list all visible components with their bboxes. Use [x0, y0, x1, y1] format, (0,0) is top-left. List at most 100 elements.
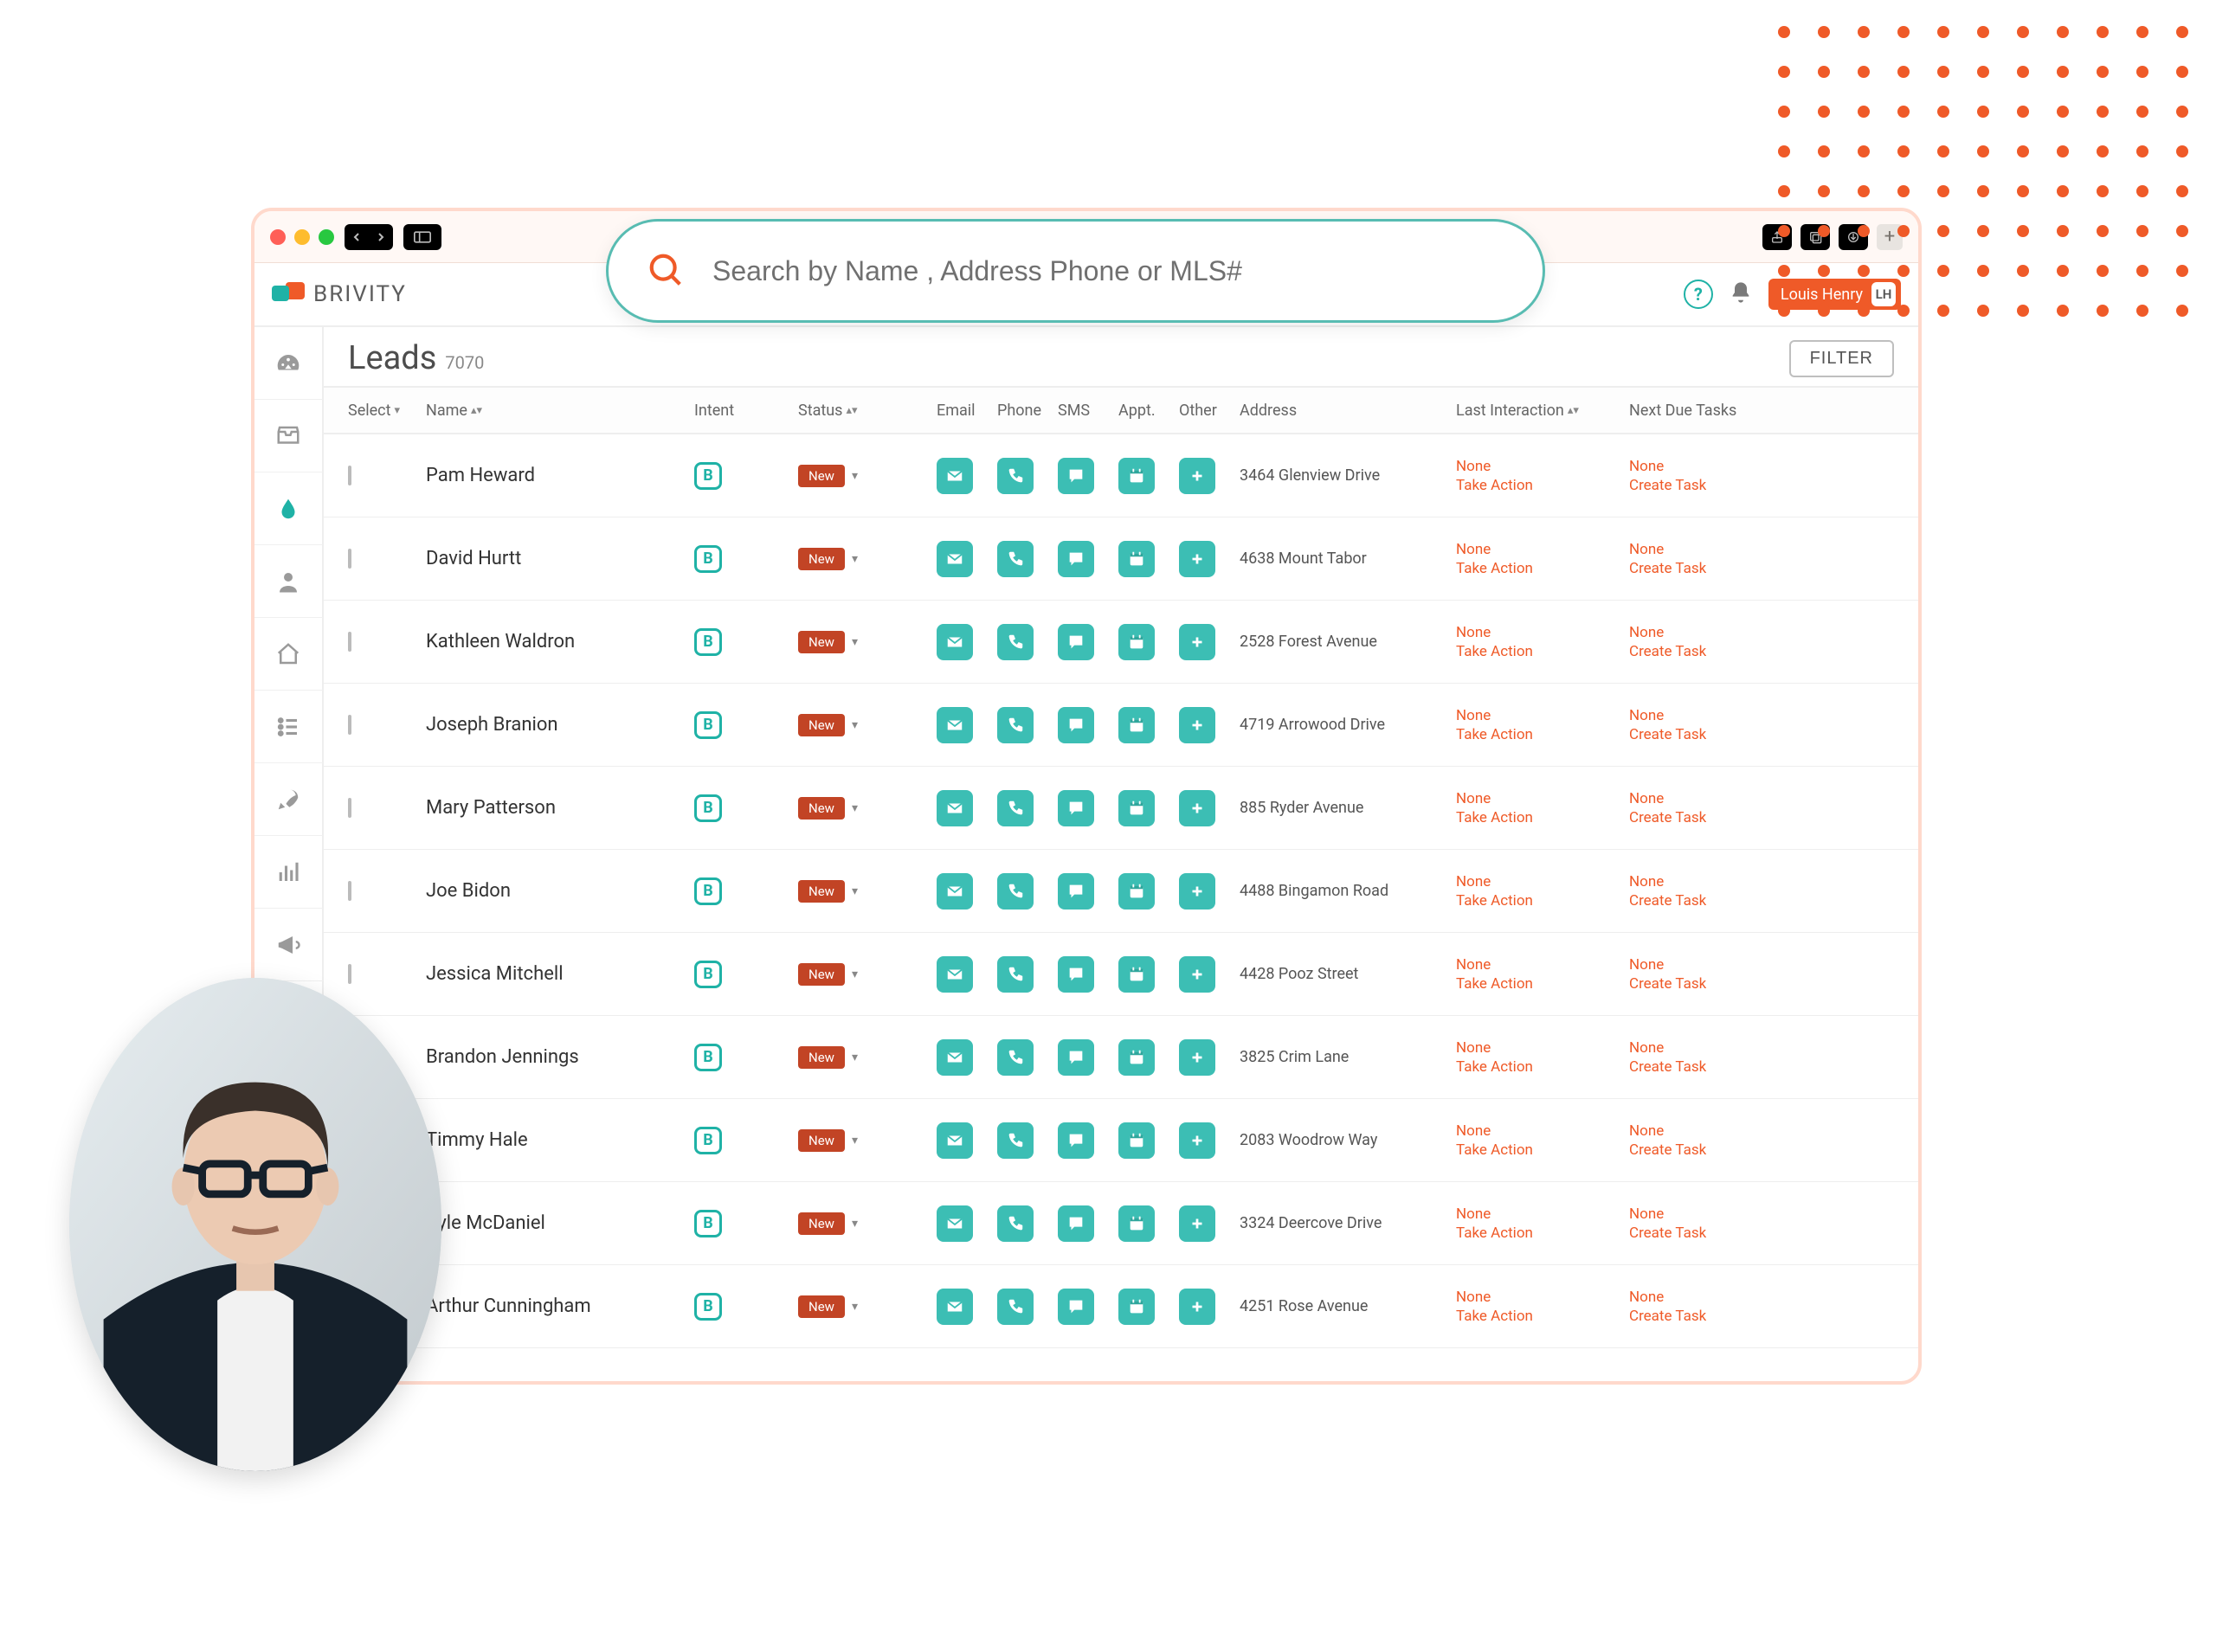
appt-button[interactable]: [1118, 956, 1155, 993]
col-intent[interactable]: Intent: [694, 402, 798, 420]
intent-badge[interactable]: B: [694, 545, 722, 573]
next-task-none[interactable]: None: [1629, 624, 1802, 641]
email-button[interactable]: [937, 1289, 973, 1325]
next-task-none[interactable]: None: [1629, 873, 1802, 890]
appt-button[interactable]: [1118, 624, 1155, 660]
create-task-link[interactable]: Create Task: [1629, 726, 1802, 743]
phone-button[interactable]: [997, 707, 1034, 743]
sidebar-item-tasks[interactable]: [254, 691, 323, 763]
create-task-link[interactable]: Create Task: [1629, 809, 1802, 826]
sms-button[interactable]: [1058, 1122, 1094, 1159]
status-dropdown[interactable]: New ▾: [798, 797, 937, 820]
last-interaction-none[interactable]: None: [1456, 1122, 1629, 1140]
status-dropdown[interactable]: New ▾: [798, 1295, 937, 1318]
sidebar-item-people[interactable]: [254, 545, 323, 618]
next-task-none[interactable]: None: [1629, 1289, 1802, 1306]
email-button[interactable]: [937, 1205, 973, 1242]
sms-button[interactable]: [1058, 956, 1094, 993]
take-action-link[interactable]: Take Action: [1456, 726, 1629, 743]
lead-name[interactable]: Joseph Branion: [426, 714, 694, 736]
take-action-link[interactable]: Take Action: [1456, 975, 1629, 993]
sms-button[interactable]: [1058, 624, 1094, 660]
intent-badge[interactable]: B: [694, 961, 722, 988]
next-task-none[interactable]: None: [1629, 541, 1802, 558]
status-dropdown[interactable]: New ▾: [798, 1046, 937, 1069]
row-checkbox[interactable]: [348, 798, 351, 818]
lead-name[interactable]: Arthur Cunningham: [426, 1295, 694, 1317]
window-zoom-icon[interactable]: [319, 229, 334, 245]
col-last-interaction[interactable]: Last Interaction▴▾: [1456, 402, 1629, 420]
phone-button[interactable]: [997, 541, 1034, 577]
email-button[interactable]: [937, 956, 973, 993]
appt-button[interactable]: [1118, 873, 1155, 910]
phone-button[interactable]: [997, 790, 1034, 826]
filter-button[interactable]: FILTER: [1789, 340, 1894, 377]
add-other-button[interactable]: [1179, 541, 1215, 577]
phone-button[interactable]: [997, 956, 1034, 993]
create-task-link[interactable]: Create Task: [1629, 1141, 1802, 1159]
sms-button[interactable]: [1058, 873, 1094, 910]
create-task-link[interactable]: Create Task: [1629, 1308, 1802, 1325]
last-interaction-none[interactable]: None: [1456, 458, 1629, 475]
sms-button[interactable]: [1058, 707, 1094, 743]
lead-name[interactable]: Kathleen Waldron: [426, 631, 694, 652]
create-task-link[interactable]: Create Task: [1629, 1225, 1802, 1242]
last-interaction-none[interactable]: None: [1456, 541, 1629, 558]
create-task-link[interactable]: Create Task: [1629, 560, 1802, 577]
appt-button[interactable]: [1118, 1289, 1155, 1325]
status-dropdown[interactable]: New ▾: [798, 1129, 937, 1152]
col-select[interactable]: Select▾: [348, 402, 426, 420]
nav-forward-button[interactable]: [369, 224, 393, 250]
sms-button[interactable]: [1058, 1039, 1094, 1076]
brand-logo[interactable]: BRIVITY: [272, 281, 407, 307]
last-interaction-none[interactable]: None: [1456, 1039, 1629, 1057]
intent-badge[interactable]: B: [694, 794, 722, 822]
intent-badge[interactable]: B: [694, 462, 722, 490]
appt-button[interactable]: [1118, 790, 1155, 826]
last-interaction-none[interactable]: None: [1456, 790, 1629, 807]
email-button[interactable]: [937, 541, 973, 577]
row-checkbox[interactable]: [348, 466, 351, 485]
sidebar-toggle-button[interactable]: [403, 224, 441, 250]
phone-button[interactable]: [997, 873, 1034, 910]
global-search[interactable]: [606, 219, 1545, 323]
lead-name[interactable]: Pam Heward: [426, 465, 694, 486]
status-dropdown[interactable]: New ▾: [798, 631, 937, 653]
intent-badge[interactable]: B: [694, 1127, 722, 1154]
create-task-link[interactable]: Create Task: [1629, 1058, 1802, 1076]
create-task-link[interactable]: Create Task: [1629, 477, 1802, 494]
status-dropdown[interactable]: New ▾: [798, 465, 937, 487]
status-dropdown[interactable]: New ▾: [798, 880, 937, 903]
sms-button[interactable]: [1058, 541, 1094, 577]
add-other-button[interactable]: [1179, 1122, 1215, 1159]
email-button[interactable]: [937, 1039, 973, 1076]
last-interaction-none[interactable]: None: [1456, 624, 1629, 641]
intent-badge[interactable]: B: [694, 1044, 722, 1071]
phone-button[interactable]: [997, 1205, 1034, 1242]
appt-button[interactable]: [1118, 1122, 1155, 1159]
row-checkbox[interactable]: [348, 964, 351, 984]
phone-button[interactable]: [997, 1289, 1034, 1325]
add-other-button[interactable]: [1179, 873, 1215, 910]
next-task-none[interactable]: None: [1629, 1205, 1802, 1223]
last-interaction-none[interactable]: None: [1456, 1289, 1629, 1306]
phone-button[interactable]: [997, 624, 1034, 660]
email-button[interactable]: [937, 1122, 973, 1159]
take-action-link[interactable]: Take Action: [1456, 1225, 1629, 1242]
sidebar-item-listings[interactable]: [254, 618, 323, 691]
lead-name[interactable]: Joe Bidon: [426, 880, 694, 902]
email-button[interactable]: [937, 873, 973, 910]
status-dropdown[interactable]: New ▾: [798, 714, 937, 736]
next-task-none[interactable]: None: [1629, 1039, 1802, 1057]
status-dropdown[interactable]: New ▾: [798, 963, 937, 986]
last-interaction-none[interactable]: None: [1456, 1205, 1629, 1223]
take-action-link[interactable]: Take Action: [1456, 1058, 1629, 1076]
add-other-button[interactable]: [1179, 1205, 1215, 1242]
last-interaction-none[interactable]: None: [1456, 707, 1629, 724]
nav-back-button[interactable]: [345, 224, 369, 250]
row-checkbox[interactable]: [348, 715, 351, 735]
appt-button[interactable]: [1118, 1039, 1155, 1076]
sidebar-item-dashboard[interactable]: [254, 327, 323, 400]
row-checkbox[interactable]: [348, 549, 351, 569]
email-button[interactable]: [937, 458, 973, 494]
